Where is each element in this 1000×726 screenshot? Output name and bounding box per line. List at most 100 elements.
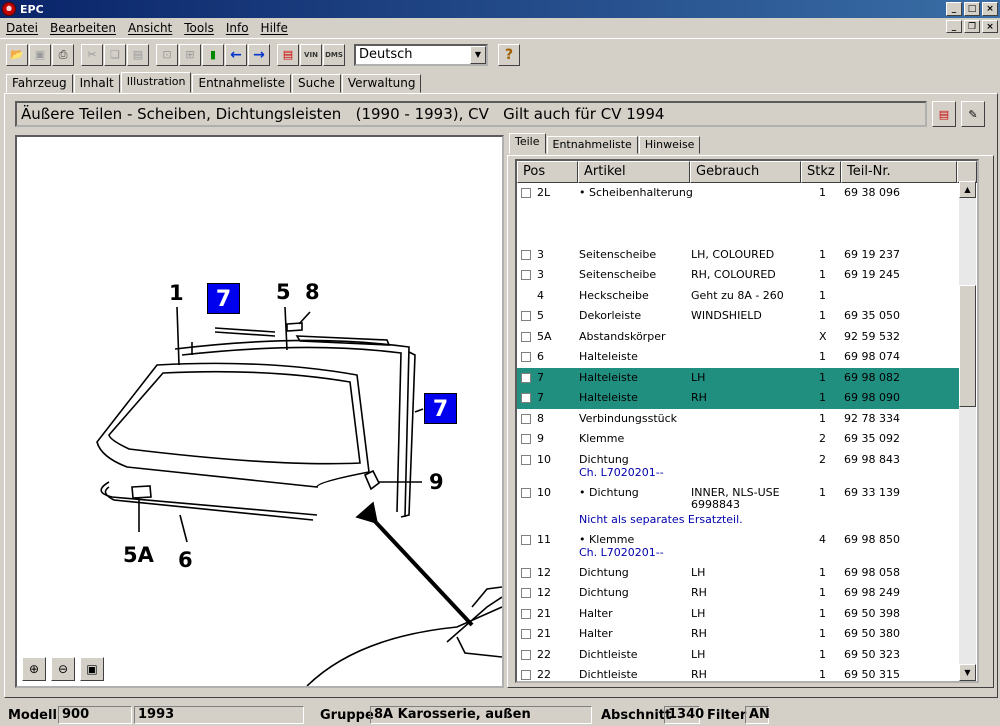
forward-arrow-icon[interactable]: → [248,43,270,66]
table-row[interactable]: 3 Seitenscheibe RH, COLOURED 1 69 19 245 [517,265,961,286]
col-artikel[interactable]: Artikel [578,161,690,183]
doc-restore-button[interactable]: ❐ [964,20,980,33]
tab-illustration[interactable]: Illustration [120,72,192,93]
row-checkbox[interactable] [521,454,531,465]
back-arrow-icon[interactable]: ← [225,43,247,66]
row-checkbox[interactable] [521,434,531,444]
table-row[interactable]: 5 Dekorleiste WINDSHIELD 1 69 35 050 [517,306,961,327]
tab-hinweise[interactable]: Hinweise [638,136,701,154]
table-row[interactable]: 4 Heckscheibe Geht zu 8A - 260 1 [517,286,961,307]
language-select[interactable]: Deutsch ▼ [354,43,488,66]
table-row[interactable]: 9 Klemme 2 69 35 092 [517,429,961,450]
tab-fahrzeug[interactable]: Fahrzeug [6,74,73,93]
print-icon[interactable]: ⎙ [52,43,74,66]
dms-button[interactable]: DMS [323,43,345,66]
row-checkbox[interactable] [521,588,531,598]
zoom-in-icon[interactable]: ⊕ [22,657,46,681]
row-checkbox[interactable] [521,567,531,578]
fit-view-icon[interactable]: ▣ [80,657,104,681]
table-row[interactable]: 22 Dichtleiste LH 1 69 50 323 [517,645,961,666]
row-checkbox[interactable] [521,249,531,260]
table-row[interactable]: 22 Dichtleiste RH 1 69 50 315 [517,665,961,681]
tab-suche[interactable]: Suche [292,74,341,93]
callout-7-right[interactable]: 7 [424,393,457,424]
table-row[interactable]: 21 Halter LH 1 69 50 398 [517,604,961,625]
row-checkbox[interactable] [521,413,531,424]
table-row[interactable]: 10 Dichtung 2 69 98 843 Ch. L7020201-- [517,450,961,483]
table-row[interactable]: 6 Halteleiste 1 69 98 074 [517,347,961,368]
callout-7-top[interactable]: 7 [207,283,240,314]
row-checkbox[interactable] [521,270,531,280]
row-checkbox[interactable] [521,372,531,383]
callout-5a[interactable]: 5A [123,543,154,567]
illustration-panel[interactable]: 1 7 5 8 7 9 5A 6 [15,135,504,688]
menu-info[interactable]: Info [226,21,249,35]
callout-1[interactable]: 1 [169,281,184,305]
row-checkbox[interactable] [521,352,531,362]
table-row[interactable]: 21 Halter RH 1 69 50 380 [517,624,961,645]
cut-icon[interactable]: ✂ [81,43,103,66]
open-icon[interactable]: 📂 [6,43,28,66]
table-row[interactable]: 7 Halteleiste LH 1 69 98 082 [517,367,961,388]
scroll-thumb[interactable] [959,285,976,407]
maximize-button[interactable]: □ [964,2,980,16]
table-row[interactable]: 2L • Scheibenhalterung 1 69 38 096 [517,183,961,224]
zoom-out-icon[interactable]: ⊖ [51,657,75,681]
close-button[interactable]: × [982,2,998,16]
tab-teile[interactable]: Teile [509,133,546,154]
menu-tools[interactable]: Tools [184,21,214,35]
tab-entnahmeliste[interactable]: Entnahmeliste [192,74,292,93]
table-row[interactable]: 8 Verbindungsstück 1 92 78 334 [517,409,961,430]
table-row[interactable]: 12 Dichtung RH 1 69 98 249 [517,583,961,604]
row-checkbox[interactable] [521,311,531,321]
row-checkbox[interactable] [521,629,531,639]
scroll-down-icon[interactable]: ▼ [959,664,976,681]
vin-button[interactable]: VIN [300,43,322,66]
table-row[interactable]: 10 • Dichtung INNER, NLS-USE 1 69 33 139 6998… [517,483,961,530]
table-row[interactable]: 11 • Klemme 4 69 98 850 Ch. L7020201-- [517,530,961,563]
parts-export-icon[interactable]: ▤ [932,101,956,127]
row-checkbox[interactable] [521,188,531,198]
col-stkz[interactable]: Stkz [801,161,841,183]
menu-hilfe[interactable]: Hilfe [261,21,288,35]
doc-minimize-button[interactable]: _ [946,20,962,33]
doc-close-button[interactable]: × [982,20,998,33]
row-checkbox[interactable] [521,534,531,545]
table-row[interactable]: 5A Abstandskörper X 92 59 532 [517,327,961,348]
callout-9[interactable]: 9 [429,470,444,494]
callout-5[interactable]: 5 [276,280,291,304]
help-button[interactable]: ? [498,43,520,66]
callout-8[interactable]: 8 [305,280,320,304]
row-checkbox[interactable] [521,608,531,619]
row-checkbox[interactable] [521,649,531,660]
row-checkbox[interactable] [521,670,531,680]
minimize-button[interactable]: _ [946,2,962,16]
parts-list-icon[interactable]: ▤ [277,43,299,66]
tab-inhalt[interactable]: Inhalt [73,74,120,93]
table-row[interactable]: 12 Dichtung LH 1 69 98 058 [517,563,961,584]
chevron-down-icon[interactable]: ▼ [470,45,486,64]
row-checkbox[interactable] [521,393,531,403]
menu-bearbeiten[interactable]: Bearbeiten [50,21,116,35]
tab-verwaltung[interactable]: Verwaltung [341,74,422,93]
menu-datei[interactable]: Datei [6,21,38,35]
scroll-up-icon[interactable]: ▲ [959,181,976,198]
copy-icon[interactable]: ❏ [104,43,126,66]
table-row[interactable] [517,224,961,245]
save-icon[interactable]: ▣ [29,43,51,66]
table-row[interactable]: 7 Halteleiste RH 1 69 98 090 [517,388,961,409]
callout-6[interactable]: 6 [178,548,193,572]
tool-a-icon[interactable]: ⊡ [156,43,178,66]
row-checkbox[interactable] [521,487,531,498]
tool-b-icon[interactable]: ⊞ [179,43,201,66]
col-pos[interactable]: Pos [517,161,578,183]
menu-ansicht[interactable]: Ansicht [128,21,172,35]
table-scrollbar[interactable]: ▲ ▼ [959,181,976,681]
notes-edit-icon[interactable]: ✎ [961,101,985,127]
row-checkbox[interactable] [521,331,531,342]
tab-right-entnahmeliste[interactable]: Entnahmeliste [546,136,638,154]
col-gebrauch[interactable]: Gebrauch [690,161,801,183]
exit-icon[interactable]: ▮ [202,43,224,66]
table-row[interactable]: 3 Seitenscheibe LH, COLOURED 1 69 19 237 [517,245,961,266]
paste-icon[interactable]: ▤ [127,43,149,66]
